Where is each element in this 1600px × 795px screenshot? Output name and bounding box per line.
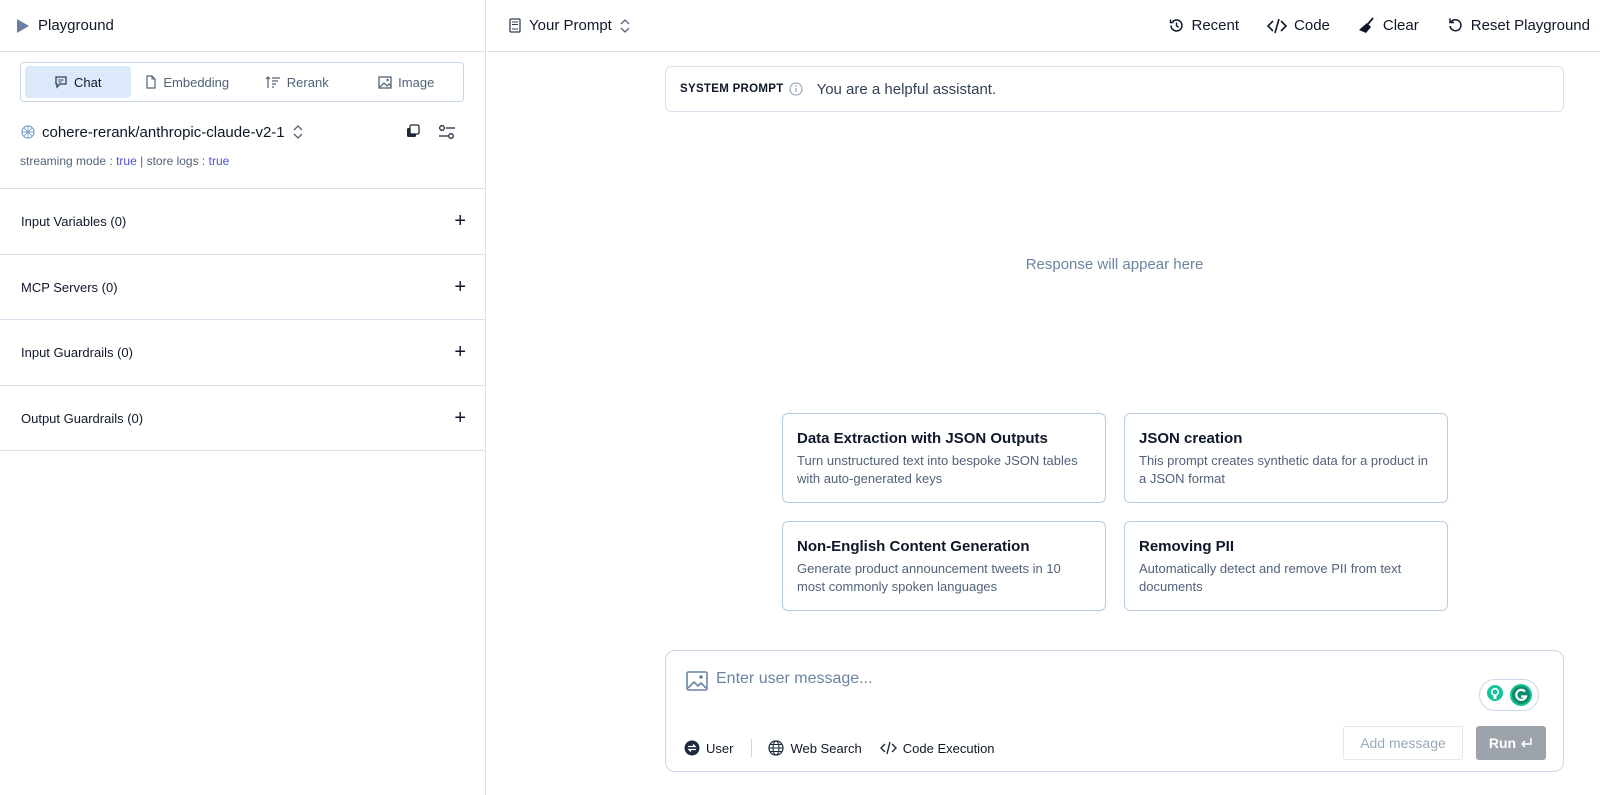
image-icon bbox=[378, 75, 392, 89]
model-selector[interactable]: cohere-rerank/anthropic-claude-v2-1 bbox=[20, 120, 464, 144]
composer-tools: User Web Search Code Execution bbox=[684, 739, 995, 757]
logs-value: true bbox=[208, 154, 230, 168]
logs-label: store logs : bbox=[146, 154, 206, 168]
response-placeholder: Response will appear here bbox=[1025, 256, 1204, 273]
system-prompt-text[interactable]: You are a helpful assistant. bbox=[817, 81, 997, 98]
reset-playground-button[interactable]: Reset Playground bbox=[1447, 17, 1590, 34]
template-card[interactable]: Non-English Content Generation Generate … bbox=[782, 521, 1106, 611]
plus-icon[interactable]: + bbox=[454, 342, 466, 362]
user-message-input[interactable] bbox=[716, 667, 1416, 691]
image-upload-icon[interactable] bbox=[686, 671, 708, 691]
card-title: Non-English Content Generation bbox=[797, 538, 1030, 555]
section-divider bbox=[0, 450, 486, 451]
clear-label: Clear bbox=[1382, 17, 1419, 34]
card-title: Data Extraction with JSON Outputs bbox=[797, 430, 1048, 447]
code-button[interactable]: Code bbox=[1267, 17, 1330, 34]
card-description: This prompt creates synthetic data for a… bbox=[1139, 453, 1429, 486]
card-description: Turn unstructured text into bespoke JSON… bbox=[797, 453, 1078, 486]
tab-image[interactable]: Image bbox=[354, 66, 460, 98]
section-label: Input Variables (0) bbox=[21, 213, 127, 229]
chat-icon bbox=[54, 75, 68, 89]
code-label: Code bbox=[1294, 17, 1330, 34]
run-label: Run bbox=[1488, 735, 1517, 751]
system-prompt-box[interactable]: SYSTEM PROMPT You are a helpful assistan… bbox=[665, 66, 1564, 112]
tab-chat[interactable]: Chat bbox=[25, 66, 131, 98]
section-label: Output Guardrails (0) bbox=[21, 410, 144, 426]
reset-label: Reset Playground bbox=[1470, 17, 1590, 34]
copy-icon[interactable] bbox=[406, 124, 420, 140]
recent-button[interactable]: Recent bbox=[1168, 17, 1240, 34]
role-selector[interactable]: User bbox=[684, 740, 733, 756]
template-card[interactable]: Removing PII Automatically detect and re… bbox=[1124, 521, 1448, 611]
sort-icon bbox=[265, 75, 281, 89]
card-title: JSON creation bbox=[1139, 430, 1243, 447]
bulb-icon bbox=[1485, 684, 1505, 706]
settings-sliders-icon[interactable] bbox=[438, 124, 456, 140]
prompt-selector[interactable]: Your Prompt bbox=[509, 17, 630, 34]
file-icon bbox=[145, 75, 157, 89]
add-message-button[interactable]: Add message bbox=[1343, 726, 1463, 760]
grammarly-widget[interactable] bbox=[1479, 679, 1539, 711]
plus-icon[interactable]: + bbox=[454, 277, 466, 297]
role-label: User bbox=[706, 740, 734, 756]
sidebar-header: Playground bbox=[0, 0, 485, 52]
book-icon bbox=[509, 18, 521, 33]
chevron-updown-icon bbox=[620, 18, 630, 34]
section-input-guardrails[interactable]: Input Guardrails (0) + bbox=[0, 319, 486, 384]
topbar: Your Prompt Recent Code Clear Reset Play… bbox=[487, 0, 1600, 52]
card-description: Generate product announcement tweets in … bbox=[797, 561, 1061, 594]
streaming-label: streaming mode : bbox=[20, 154, 113, 168]
code-execution-toggle[interactable]: Code Execution bbox=[879, 740, 995, 756]
plus-icon[interactable]: + bbox=[454, 408, 466, 428]
template-card[interactable]: JSON creation This prompt creates synthe… bbox=[1124, 413, 1448, 503]
code-icon bbox=[1267, 18, 1288, 34]
reset-icon bbox=[1447, 17, 1464, 34]
section-mcp-servers[interactable]: MCP Servers (0) + bbox=[0, 254, 486, 319]
card-title: Removing PII bbox=[1139, 538, 1235, 555]
web-search-toggle[interactable]: Web Search bbox=[768, 740, 862, 756]
code-execution-label: Code Execution bbox=[902, 740, 995, 756]
tab-chat-label: Chat bbox=[74, 74, 102, 90]
meta-separator: | bbox=[140, 154, 144, 168]
sidebar: Playground Chat Embedding Rerank Image c… bbox=[0, 0, 486, 795]
system-prompt-label: SYSTEM PROMPT bbox=[680, 83, 784, 95]
app-title: Playground bbox=[38, 17, 114, 34]
globe-icon bbox=[768, 740, 785, 756]
grammarly-icon bbox=[1509, 683, 1533, 707]
tab-embedding[interactable]: Embedding bbox=[135, 66, 241, 98]
history-icon bbox=[1168, 17, 1185, 34]
model-meta: streaming mode : true | store logs : tru… bbox=[20, 154, 229, 168]
tool-divider bbox=[751, 739, 753, 757]
web-search-label: Web Search bbox=[790, 740, 862, 756]
section-label: Input Guardrails (0) bbox=[21, 344, 133, 360]
clear-button[interactable]: Clear bbox=[1358, 16, 1419, 35]
info-icon[interactable] bbox=[789, 82, 803, 96]
model-name: cohere-rerank/anthropic-claude-v2-1 bbox=[42, 123, 285, 141]
template-card[interactable]: Data Extraction with JSON Outputs Turn u… bbox=[782, 413, 1106, 503]
recent-label: Recent bbox=[1191, 17, 1240, 34]
tab-embedding-label: Embedding bbox=[163, 74, 230, 90]
tab-rerank-label: Rerank bbox=[286, 74, 329, 90]
prompt-label: Your Prompt bbox=[529, 17, 612, 34]
tab-image-label: Image bbox=[398, 74, 435, 90]
streaming-value: true bbox=[116, 154, 137, 168]
mode-tabs: Chat Embedding Rerank Image bbox=[20, 62, 464, 102]
run-button[interactable]: Run bbox=[1476, 726, 1546, 760]
chevron-updown-icon[interactable] bbox=[293, 124, 303, 140]
tab-rerank[interactable]: Rerank bbox=[244, 66, 350, 98]
model-logo-icon bbox=[20, 124, 36, 140]
section-input-variables[interactable]: Input Variables (0) + bbox=[0, 188, 486, 253]
enter-icon bbox=[1520, 737, 1533, 749]
message-composer: User Web Search Code Execution Add messa… bbox=[665, 650, 1564, 772]
section-output-guardrails[interactable]: Output Guardrails (0) + bbox=[0, 385, 486, 450]
play-icon bbox=[16, 18, 30, 34]
code-icon bbox=[879, 741, 897, 755]
card-description: Automatically detect and remove PII from… bbox=[1139, 561, 1402, 594]
swap-icon bbox=[684, 740, 700, 756]
section-label: MCP Servers (0) bbox=[21, 279, 118, 295]
broom-icon bbox=[1358, 16, 1376, 35]
plus-icon[interactable]: + bbox=[454, 211, 466, 231]
